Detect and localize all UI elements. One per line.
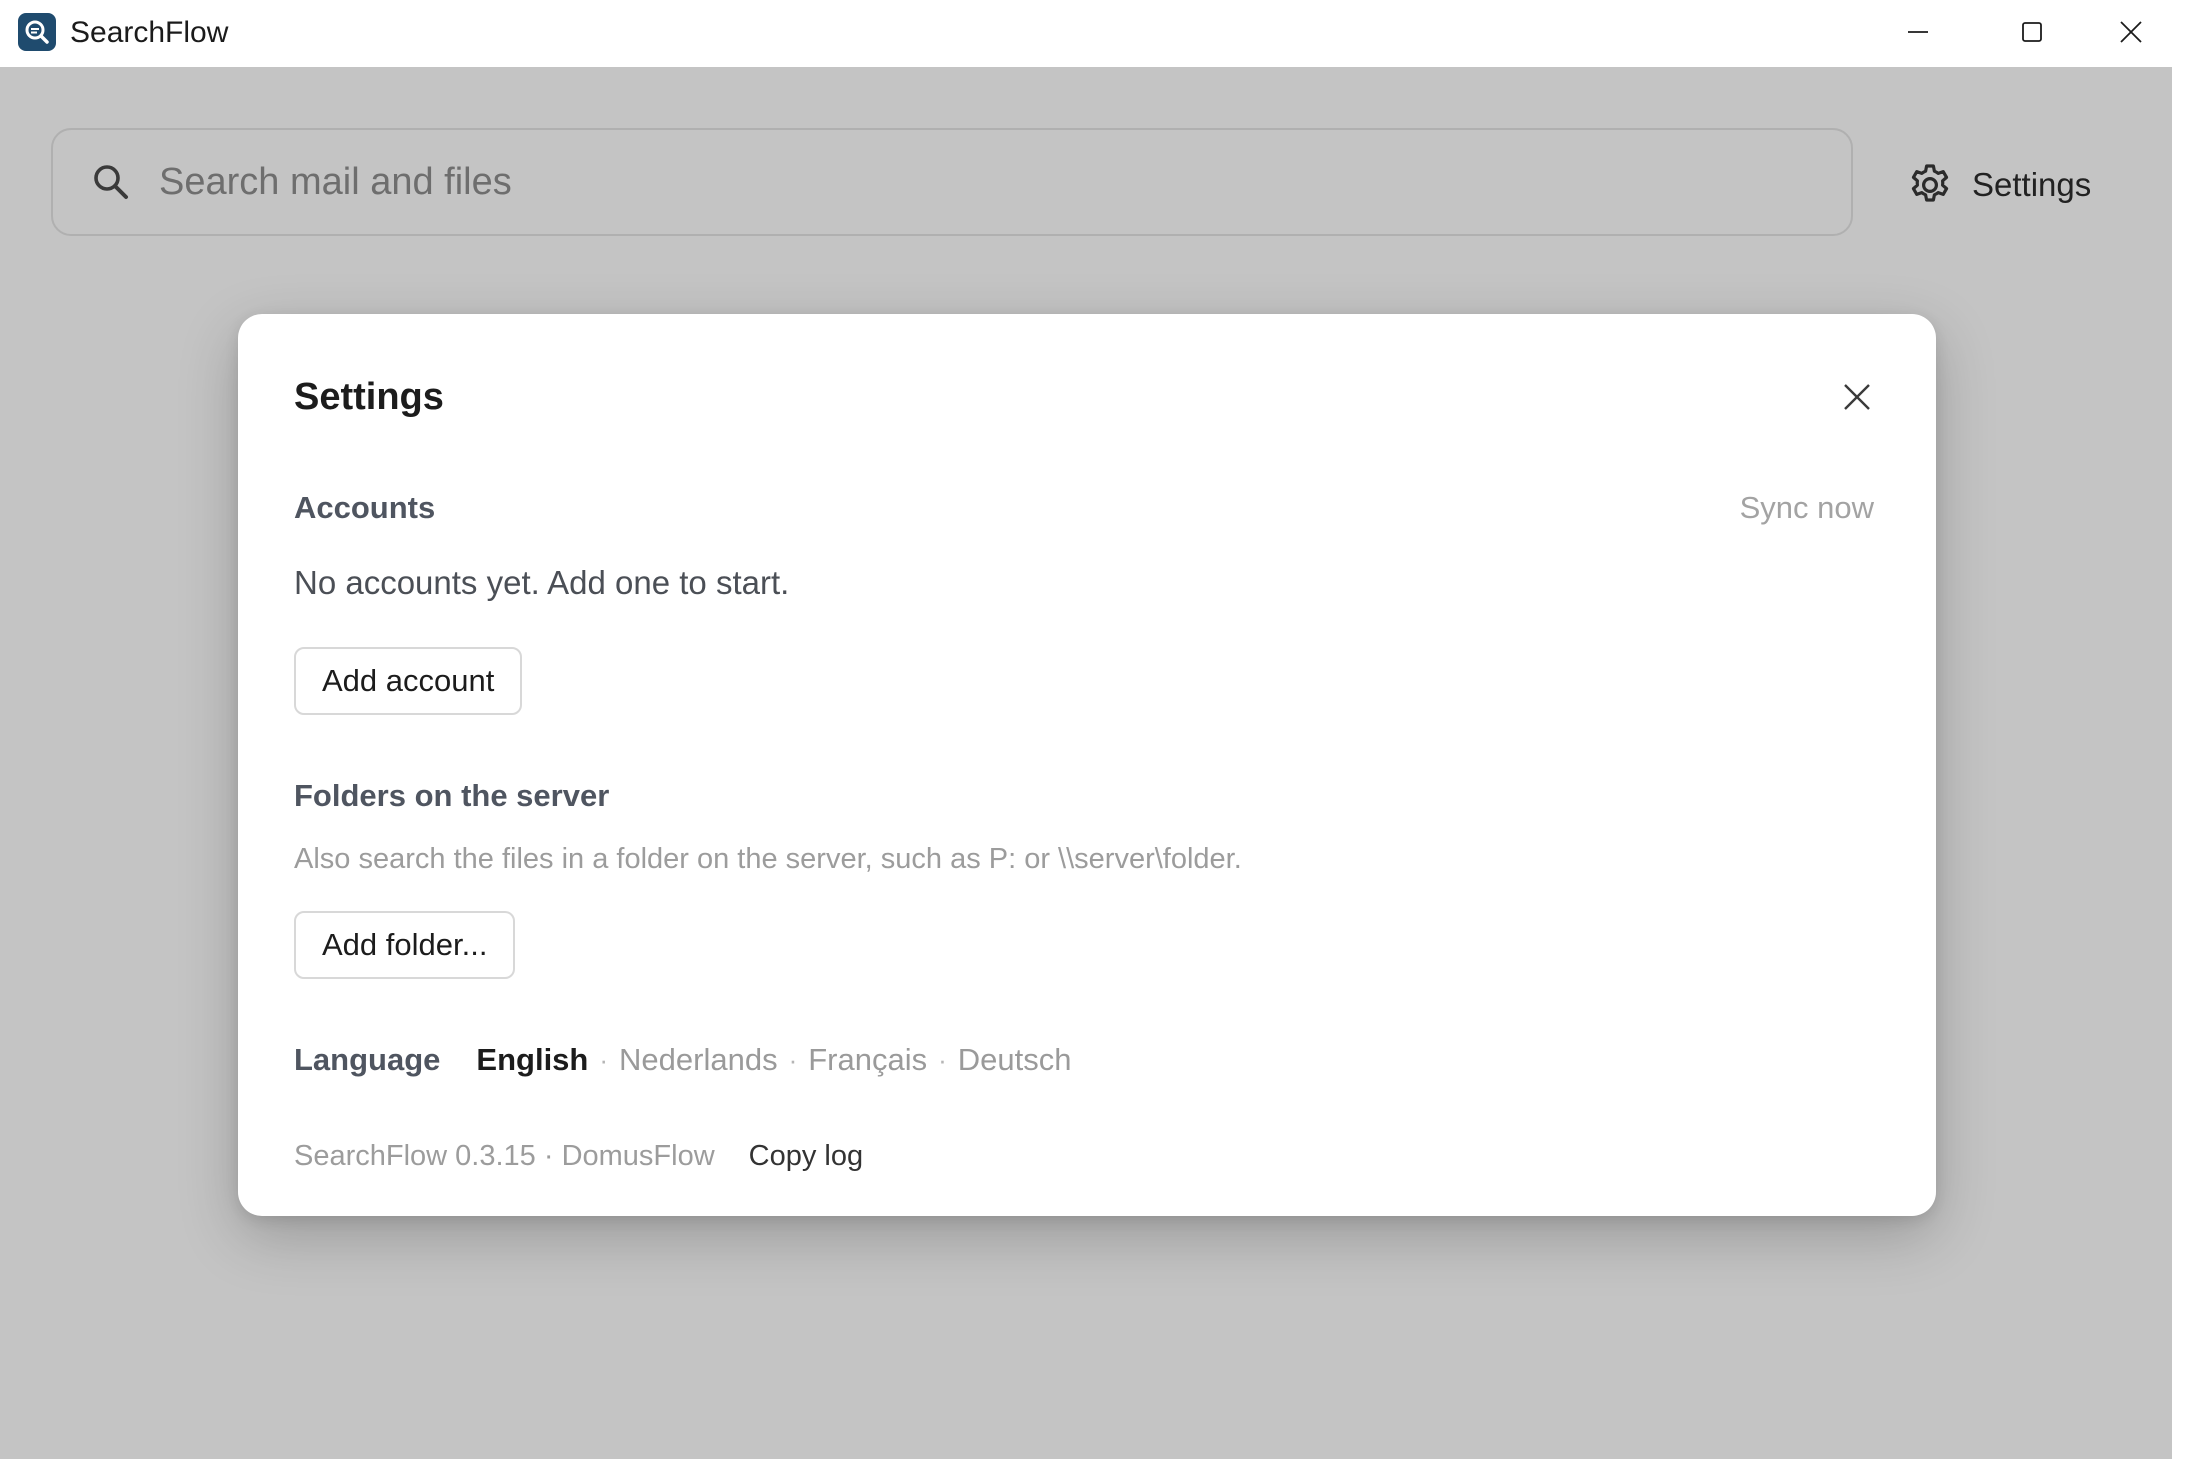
app-title: SearchFlow [70,16,229,49]
folders-heading: Folders on the server [294,778,610,813]
add-folder-button[interactable]: Add folder... [294,911,516,979]
title-bar: SearchFlow [0,0,2172,67]
language-label: Language [294,1042,441,1077]
language-row: Language English · Nederlands · Français… [294,1038,1072,1082]
search-input[interactable]: Search mail and files [159,158,512,206]
minimize-button[interactable] [1860,0,1976,64]
gear-icon [1911,164,1949,202]
desktop-background [2172,0,2208,1459]
language-option-francais[interactable]: Français [808,1042,927,1078]
settings-dialog: Settings Accounts Sync now No accounts y… [238,314,1936,1216]
language-option-deutsch[interactable]: Deutsch [958,1042,1072,1078]
app-logo-icon [18,13,56,51]
search-bar[interactable]: Search mail and files [51,128,1853,236]
add-account-button[interactable]: Add account [294,647,523,715]
accounts-heading: Accounts [294,490,436,525]
dialog-title: Settings [294,376,444,418]
copy-log-button[interactable]: Copy log [749,1140,863,1173]
close-dialog-button[interactable] [1842,382,1872,412]
app-window: SearchFlow Search mail and files Setting… [0,0,2172,1459]
language-separator: · [938,1044,947,1075]
maximize-button[interactable] [1974,0,2090,64]
language-separator: · [599,1044,609,1075]
dialog-footer: SearchFlow 0.3.15 · DomusFlow Copy log [294,1136,863,1176]
sync-now-button[interactable]: Sync now [1740,488,1874,528]
settings-button[interactable]: Settings [1906,158,2091,212]
language-option-english[interactable]: English [476,1042,588,1078]
maximize-icon [2022,22,2042,42]
version-text: SearchFlow 0.3.15 · DomusFlow [294,1139,715,1172]
minimize-icon [1908,31,1928,33]
language-option-nederlands[interactable]: Nederlands [619,1042,778,1078]
close-icon [2120,21,2142,43]
close-window-button[interactable] [2090,0,2172,64]
accounts-empty-text: No accounts yet. Add one to start. [294,564,790,601]
search-icon [94,165,128,199]
settings-label: Settings [1972,166,2092,203]
language-separator: · [788,1044,798,1075]
folders-hint-text: Also search the files in a folder on the… [294,843,1242,875]
